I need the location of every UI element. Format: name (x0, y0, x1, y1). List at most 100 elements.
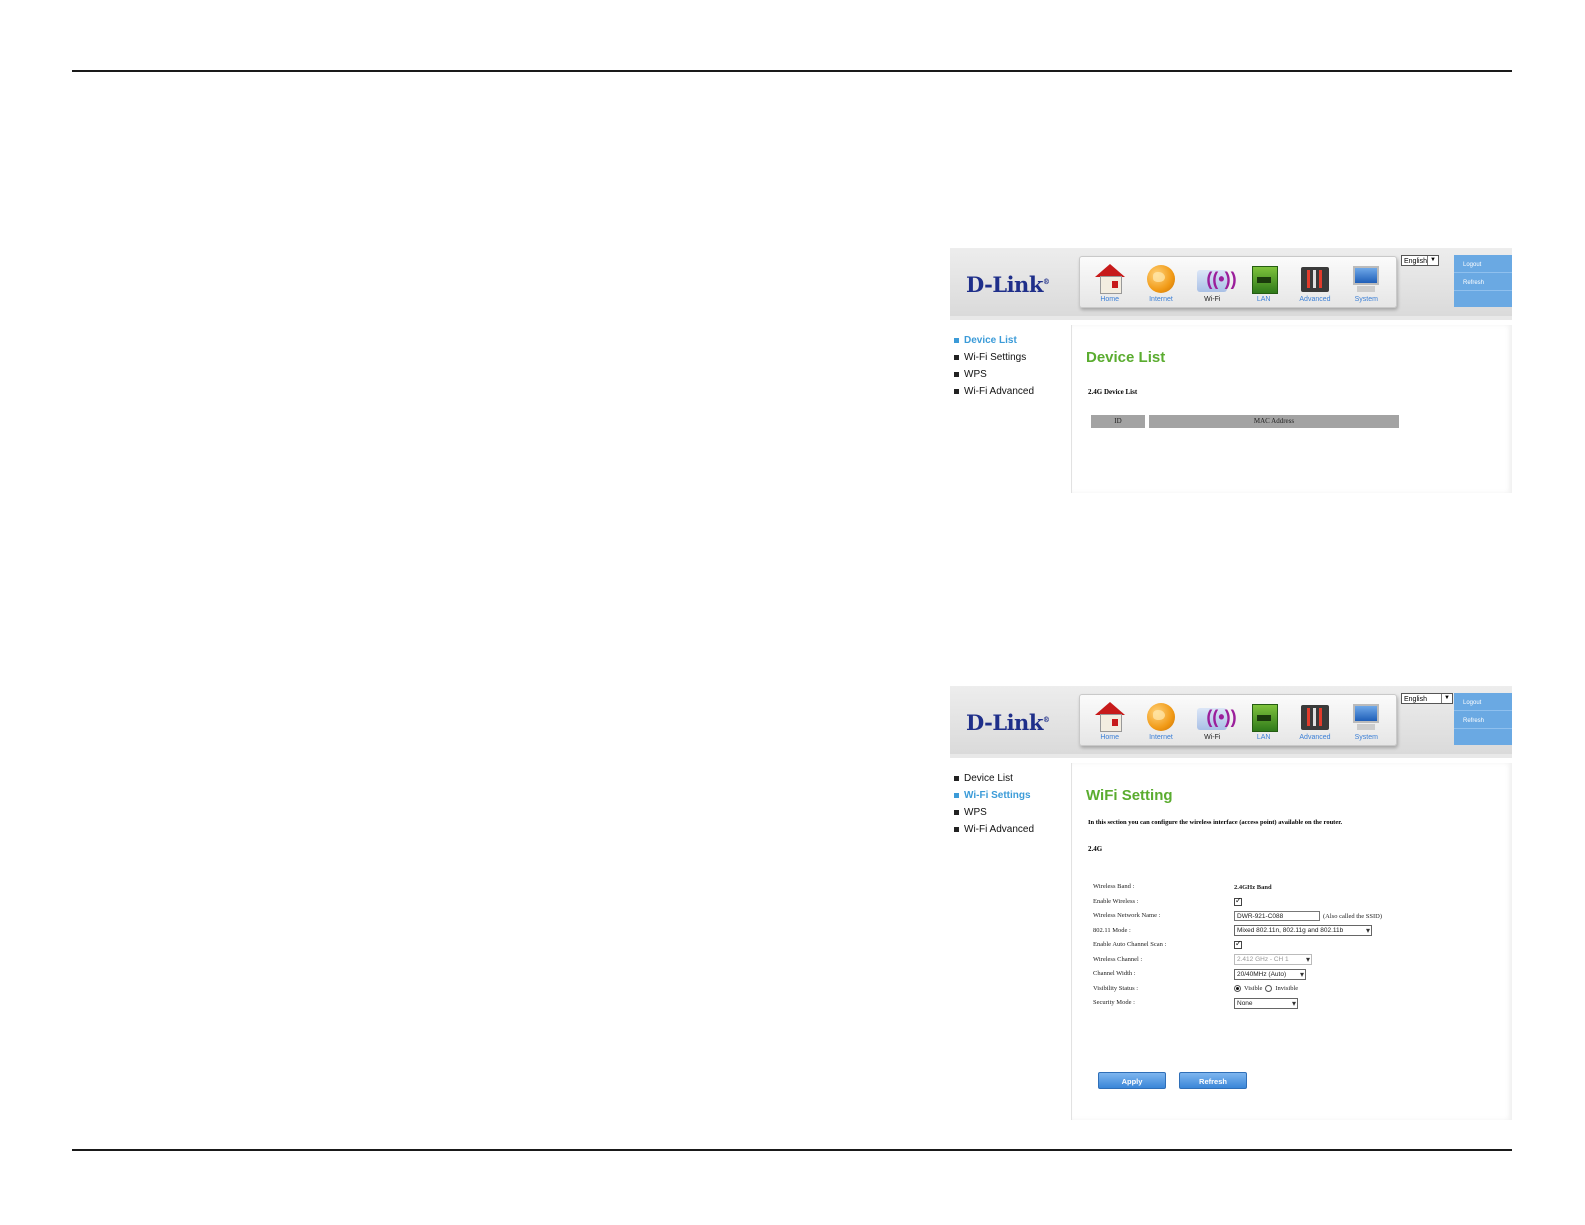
logout-button[interactable]: Logout (1454, 697, 1512, 711)
device-list-screenshot: D-Link® Home Internet ((•)) Wi-Fi LAN Ad… (950, 248, 1512, 493)
visible-radio[interactable] (1234, 985, 1241, 992)
tools-icon (1298, 264, 1332, 294)
section-description: In this section you can configure the wi… (1088, 819, 1343, 826)
logout-button[interactable]: Logout (1454, 259, 1512, 273)
nav-system[interactable]: System (1343, 702, 1389, 745)
nav-wifi-label: Wi-Fi (1204, 734, 1221, 741)
lan-icon (1247, 702, 1281, 732)
main-nav: Home Internet ((•)) Wi-Fi LAN Advanced S… (1079, 694, 1397, 746)
home-icon (1093, 702, 1127, 732)
visibility-label: Visibility Status : (1093, 984, 1139, 992)
lan-icon (1247, 264, 1281, 294)
row-channel-width: Channel Width : 20/40MHz (Auto) (1093, 967, 1453, 982)
ssid-input[interactable]: DWR-921-C088 (1234, 911, 1320, 921)
content-panel: WiFi Setting In this section you can con… (1071, 763, 1512, 1120)
nav-advanced-label: Advanced (1299, 734, 1331, 741)
nav-internet[interactable]: Internet (1138, 264, 1184, 307)
nav-internet-label: Internet (1149, 734, 1173, 741)
dlink-logo: D-Link® (966, 710, 1050, 735)
invisible-radio[interactable] (1265, 985, 1273, 992)
main-nav: Home Internet ((•)) Wi-Fi LAN Advanced S… (1079, 256, 1397, 308)
page-title: WiFi Setting (1086, 787, 1173, 804)
monitor-icon (1349, 264, 1383, 294)
mode-label: 802.11 Mode : (1093, 926, 1131, 934)
nav-lan[interactable]: LAN (1241, 264, 1287, 307)
wireless-band-label: Wireless Band : (1093, 883, 1135, 890)
tools-icon (1298, 702, 1332, 732)
nav-internet[interactable]: Internet (1138, 702, 1184, 745)
leftnav-wifi-settings[interactable]: Wi-Fi Settings (950, 349, 1070, 366)
apply-button[interactable]: Apply (1098, 1072, 1166, 1089)
nav-home-label: Home (1100, 296, 1119, 303)
refresh-link[interactable]: Refresh (1454, 277, 1512, 291)
globe-icon (1144, 264, 1178, 294)
language-select[interactable]: English ▼ (1401, 255, 1439, 266)
header-bar: D-Link® Home Internet ((•)) Wi-Fi LAN Ad… (950, 248, 1512, 320)
nav-home[interactable]: Home (1087, 702, 1133, 745)
nav-home-label: Home (1100, 734, 1119, 741)
content-panel: Device List 2.4G Device List ID MAC Addr… (1071, 325, 1512, 493)
language-select[interactable]: English ▼ (1401, 693, 1453, 704)
mode-select[interactable]: Mixed 802.11n, 802.11g and 802.11b (1234, 925, 1372, 936)
nav-wifi-label: Wi-Fi (1204, 296, 1221, 303)
row-ssid: Wireless Network Name : DWR-921-C088 (Al… (1093, 909, 1453, 924)
channel-select[interactable]: 2.412 GHz - CH 1 (1234, 954, 1312, 965)
side-panel: Logout Refresh (1454, 255, 1512, 307)
nav-wifi[interactable]: ((•)) Wi-Fi (1189, 702, 1237, 745)
security-mode-select[interactable]: None (1234, 997, 1298, 1009)
nav-advanced[interactable]: Advanced (1292, 264, 1338, 307)
leftnav-device-list[interactable]: Device List (950, 770, 1070, 787)
row-visibility: Visibility Status : Visible Invisible (1093, 982, 1453, 997)
leftnav-wifi-advanced[interactable]: Wi-Fi Advanced (950, 821, 1070, 838)
refresh-button[interactable]: Refresh (1179, 1072, 1247, 1089)
device-table: ID MAC Address (1091, 415, 1399, 428)
chevron-down-icon: ▼ (1441, 694, 1452, 703)
nav-system[interactable]: System (1343, 264, 1389, 307)
dlink-logo: D-Link® (966, 272, 1050, 297)
side-panel: Logout Refresh (1454, 693, 1512, 745)
chevron-down-icon: ▼ (1427, 256, 1438, 265)
row-wireless-channel: Wireless Channel : 2.412 GHz - CH 1 (1093, 953, 1453, 968)
wifi-icon: ((•)) (1195, 702, 1237, 732)
nav-lan-label: LAN (1256, 296, 1271, 303)
channel-width-select[interactable]: 20/40MHz (Auto) (1234, 968, 1306, 980)
table-header-id: ID (1091, 415, 1145, 428)
enable-wireless-checkbox[interactable] (1234, 896, 1242, 906)
leftnav-device-list[interactable]: Device List (950, 332, 1070, 349)
nav-wifi[interactable]: ((•)) Wi-Fi (1189, 264, 1237, 307)
monitor-icon (1349, 702, 1383, 732)
channel-label: Wireless Channel : (1093, 955, 1143, 963)
table-header-mac: MAC Address (1149, 415, 1399, 428)
nav-advanced[interactable]: Advanced (1292, 702, 1338, 745)
row-80211-mode: 802.11 Mode : Mixed 802.11n, 802.11g and… (1093, 924, 1453, 939)
row-auto-channel: Enable Auto Channel Scan : (1093, 938, 1453, 953)
enable-wireless-label: Enable Wireless : (1093, 897, 1139, 905)
invisible-label: Invisible (1275, 985, 1299, 992)
leftnav-wifi-settings[interactable]: Wi-Fi Settings (950, 787, 1070, 804)
header-bar: D-Link® Home Internet ((•)) Wi-Fi LAN Ad… (950, 686, 1512, 758)
row-wireless-band: Wireless Band : 2.4GHz Band (1093, 880, 1453, 895)
ssid-label: Wireless Network Name : (1093, 912, 1161, 919)
leftnav-wifi-advanced[interactable]: Wi-Fi Advanced (950, 383, 1070, 400)
row-enable-wireless: Enable Wireless : (1093, 895, 1453, 910)
nav-internet-label: Internet (1149, 296, 1173, 303)
channel-width-label: Channel Width : (1093, 970, 1136, 977)
nav-system-label: System (1354, 734, 1378, 741)
page-title: Device List (1086, 349, 1166, 366)
bottom-rule (72, 1149, 1512, 1151)
auto-channel-checkbox[interactable] (1234, 939, 1242, 949)
wifi-icon: ((•)) (1195, 264, 1237, 294)
leftnav-wps[interactable]: WPS (950, 804, 1070, 821)
device-list-subheading: 2.4G Device List (1088, 388, 1138, 396)
wifi-setting-screenshot: D-Link® Home Internet ((•)) Wi-Fi LAN Ad… (950, 686, 1512, 1120)
nav-system-label: System (1354, 296, 1378, 303)
nav-home[interactable]: Home (1087, 264, 1133, 307)
left-nav: Device List Wi-Fi Settings WPS Wi-Fi Adv… (950, 332, 1070, 400)
nav-lan-label: LAN (1256, 734, 1271, 741)
globe-icon (1144, 702, 1178, 732)
visible-label: Visible (1244, 985, 1263, 992)
ssid-note: (Also called the SSID) (1323, 912, 1383, 920)
leftnav-wps[interactable]: WPS (950, 366, 1070, 383)
refresh-link[interactable]: Refresh (1454, 715, 1512, 729)
nav-lan[interactable]: LAN (1241, 702, 1287, 745)
